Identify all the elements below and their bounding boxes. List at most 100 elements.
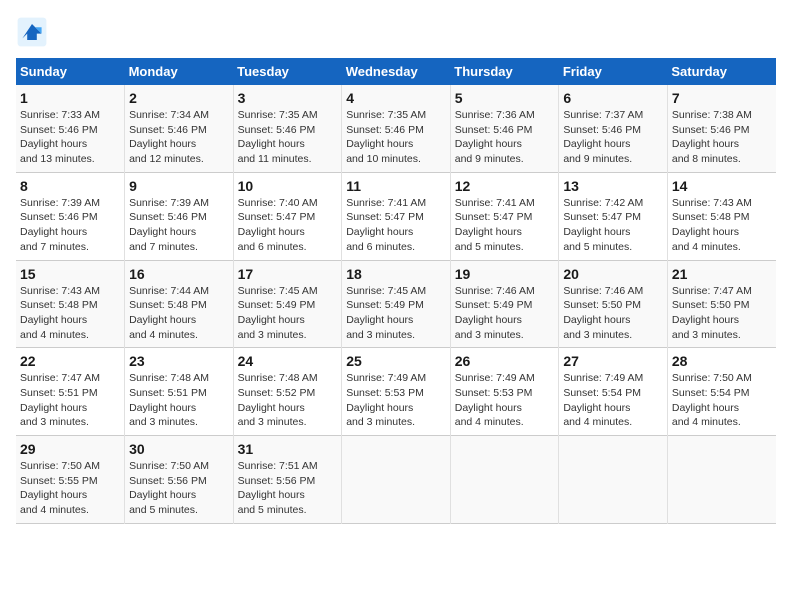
day-cell: 18 Sunrise: 7:45 AM Sunset: 5:49 PM Dayl…	[342, 260, 451, 348]
day-number: 20	[563, 266, 663, 282]
week-row-5: 29 Sunrise: 7:50 AM Sunset: 5:55 PM Dayl…	[16, 436, 776, 524]
day-number: 24	[238, 353, 338, 369]
day-header-thursday: Thursday	[450, 58, 559, 85]
day-cell: 5 Sunrise: 7:36 AM Sunset: 5:46 PM Dayli…	[450, 85, 559, 172]
day-cell: 8 Sunrise: 7:39 AM Sunset: 5:46 PM Dayli…	[16, 172, 125, 260]
day-number: 26	[455, 353, 555, 369]
day-cell: 23 Sunrise: 7:48 AM Sunset: 5:51 PM Dayl…	[125, 348, 234, 436]
day-cell: 16 Sunrise: 7:44 AM Sunset: 5:48 PM Dayl…	[125, 260, 234, 348]
day-cell: 6 Sunrise: 7:37 AM Sunset: 5:46 PM Dayli…	[559, 85, 668, 172]
day-info: Sunrise: 7:39 AM Sunset: 5:46 PM Dayligh…	[129, 196, 229, 255]
logo-icon	[16, 16, 48, 48]
day-cell	[667, 436, 776, 524]
day-info: Sunrise: 7:48 AM Sunset: 5:51 PM Dayligh…	[129, 371, 229, 430]
day-info: Sunrise: 7:51 AM Sunset: 5:56 PM Dayligh…	[238, 459, 338, 518]
day-number: 5	[455, 90, 555, 106]
day-cell	[559, 436, 668, 524]
day-number: 9	[129, 178, 229, 194]
day-info: Sunrise: 7:50 AM Sunset: 5:54 PM Dayligh…	[672, 371, 772, 430]
day-cell: 9 Sunrise: 7:39 AM Sunset: 5:46 PM Dayli…	[125, 172, 234, 260]
day-info: Sunrise: 7:44 AM Sunset: 5:48 PM Dayligh…	[129, 284, 229, 343]
day-info: Sunrise: 7:46 AM Sunset: 5:49 PM Dayligh…	[455, 284, 555, 343]
day-number: 6	[563, 90, 663, 106]
week-row-2: 8 Sunrise: 7:39 AM Sunset: 5:46 PM Dayli…	[16, 172, 776, 260]
day-info: Sunrise: 7:35 AM Sunset: 5:46 PM Dayligh…	[238, 108, 338, 167]
day-info: Sunrise: 7:49 AM Sunset: 5:53 PM Dayligh…	[455, 371, 555, 430]
day-number: 23	[129, 353, 229, 369]
day-info: Sunrise: 7:49 AM Sunset: 5:53 PM Dayligh…	[346, 371, 446, 430]
day-info: Sunrise: 7:41 AM Sunset: 5:47 PM Dayligh…	[455, 196, 555, 255]
day-cell: 21 Sunrise: 7:47 AM Sunset: 5:50 PM Dayl…	[667, 260, 776, 348]
day-number: 16	[129, 266, 229, 282]
calendar-table: SundayMondayTuesdayWednesdayThursdayFrid…	[16, 58, 776, 524]
day-info: Sunrise: 7:38 AM Sunset: 5:46 PM Dayligh…	[672, 108, 772, 167]
day-cell: 26 Sunrise: 7:49 AM Sunset: 5:53 PM Dayl…	[450, 348, 559, 436]
day-info: Sunrise: 7:45 AM Sunset: 5:49 PM Dayligh…	[238, 284, 338, 343]
day-cell: 2 Sunrise: 7:34 AM Sunset: 5:46 PM Dayli…	[125, 85, 234, 172]
day-cell: 29 Sunrise: 7:50 AM Sunset: 5:55 PM Dayl…	[16, 436, 125, 524]
day-cell	[342, 436, 451, 524]
day-header-tuesday: Tuesday	[233, 58, 342, 85]
day-cell: 20 Sunrise: 7:46 AM Sunset: 5:50 PM Dayl…	[559, 260, 668, 348]
logo	[16, 16, 52, 48]
day-cell: 19 Sunrise: 7:46 AM Sunset: 5:49 PM Dayl…	[450, 260, 559, 348]
day-info: Sunrise: 7:33 AM Sunset: 5:46 PM Dayligh…	[20, 108, 120, 167]
day-cell: 22 Sunrise: 7:47 AM Sunset: 5:51 PM Dayl…	[16, 348, 125, 436]
day-cell: 25 Sunrise: 7:49 AM Sunset: 5:53 PM Dayl…	[342, 348, 451, 436]
day-cell: 30 Sunrise: 7:50 AM Sunset: 5:56 PM Dayl…	[125, 436, 234, 524]
day-info: Sunrise: 7:35 AM Sunset: 5:46 PM Dayligh…	[346, 108, 446, 167]
day-header-saturday: Saturday	[667, 58, 776, 85]
day-number: 30	[129, 441, 229, 457]
header	[16, 16, 776, 48]
day-number: 4	[346, 90, 446, 106]
day-info: Sunrise: 7:49 AM Sunset: 5:54 PM Dayligh…	[563, 371, 663, 430]
day-cell: 15 Sunrise: 7:43 AM Sunset: 5:48 PM Dayl…	[16, 260, 125, 348]
day-info: Sunrise: 7:46 AM Sunset: 5:50 PM Dayligh…	[563, 284, 663, 343]
day-info: Sunrise: 7:41 AM Sunset: 5:47 PM Dayligh…	[346, 196, 446, 255]
day-cell: 27 Sunrise: 7:49 AM Sunset: 5:54 PM Dayl…	[559, 348, 668, 436]
day-info: Sunrise: 7:40 AM Sunset: 5:47 PM Dayligh…	[238, 196, 338, 255]
day-number: 13	[563, 178, 663, 194]
day-cell: 11 Sunrise: 7:41 AM Sunset: 5:47 PM Dayl…	[342, 172, 451, 260]
day-number: 31	[238, 441, 338, 457]
day-number: 19	[455, 266, 555, 282]
day-number: 21	[672, 266, 772, 282]
day-header-friday: Friday	[559, 58, 668, 85]
day-info: Sunrise: 7:45 AM Sunset: 5:49 PM Dayligh…	[346, 284, 446, 343]
day-cell: 10 Sunrise: 7:40 AM Sunset: 5:47 PM Dayl…	[233, 172, 342, 260]
header-row: SundayMondayTuesdayWednesdayThursdayFrid…	[16, 58, 776, 85]
day-number: 22	[20, 353, 120, 369]
day-info: Sunrise: 7:36 AM Sunset: 5:46 PM Dayligh…	[455, 108, 555, 167]
day-number: 27	[563, 353, 663, 369]
day-cell: 13 Sunrise: 7:42 AM Sunset: 5:47 PM Dayl…	[559, 172, 668, 260]
day-cell	[450, 436, 559, 524]
day-cell: 31 Sunrise: 7:51 AM Sunset: 5:56 PM Dayl…	[233, 436, 342, 524]
day-info: Sunrise: 7:48 AM Sunset: 5:52 PM Dayligh…	[238, 371, 338, 430]
day-info: Sunrise: 7:34 AM Sunset: 5:46 PM Dayligh…	[129, 108, 229, 167]
day-cell: 4 Sunrise: 7:35 AM Sunset: 5:46 PM Dayli…	[342, 85, 451, 172]
day-number: 15	[20, 266, 120, 282]
day-number: 18	[346, 266, 446, 282]
day-number: 17	[238, 266, 338, 282]
day-header-wednesday: Wednesday	[342, 58, 451, 85]
day-cell: 12 Sunrise: 7:41 AM Sunset: 5:47 PM Dayl…	[450, 172, 559, 260]
day-number: 2	[129, 90, 229, 106]
day-info: Sunrise: 7:37 AM Sunset: 5:46 PM Dayligh…	[563, 108, 663, 167]
day-number: 14	[672, 178, 772, 194]
day-cell: 7 Sunrise: 7:38 AM Sunset: 5:46 PM Dayli…	[667, 85, 776, 172]
day-number: 8	[20, 178, 120, 194]
day-cell: 3 Sunrise: 7:35 AM Sunset: 5:46 PM Dayli…	[233, 85, 342, 172]
day-info: Sunrise: 7:43 AM Sunset: 5:48 PM Dayligh…	[20, 284, 120, 343]
day-cell: 14 Sunrise: 7:43 AM Sunset: 5:48 PM Dayl…	[667, 172, 776, 260]
day-number: 3	[238, 90, 338, 106]
day-info: Sunrise: 7:42 AM Sunset: 5:47 PM Dayligh…	[563, 196, 663, 255]
day-info: Sunrise: 7:47 AM Sunset: 5:50 PM Dayligh…	[672, 284, 772, 343]
day-info: Sunrise: 7:47 AM Sunset: 5:51 PM Dayligh…	[20, 371, 120, 430]
day-number: 12	[455, 178, 555, 194]
day-number: 7	[672, 90, 772, 106]
day-number: 28	[672, 353, 772, 369]
day-info: Sunrise: 7:50 AM Sunset: 5:56 PM Dayligh…	[129, 459, 229, 518]
day-number: 29	[20, 441, 120, 457]
day-number: 10	[238, 178, 338, 194]
week-row-4: 22 Sunrise: 7:47 AM Sunset: 5:51 PM Dayl…	[16, 348, 776, 436]
